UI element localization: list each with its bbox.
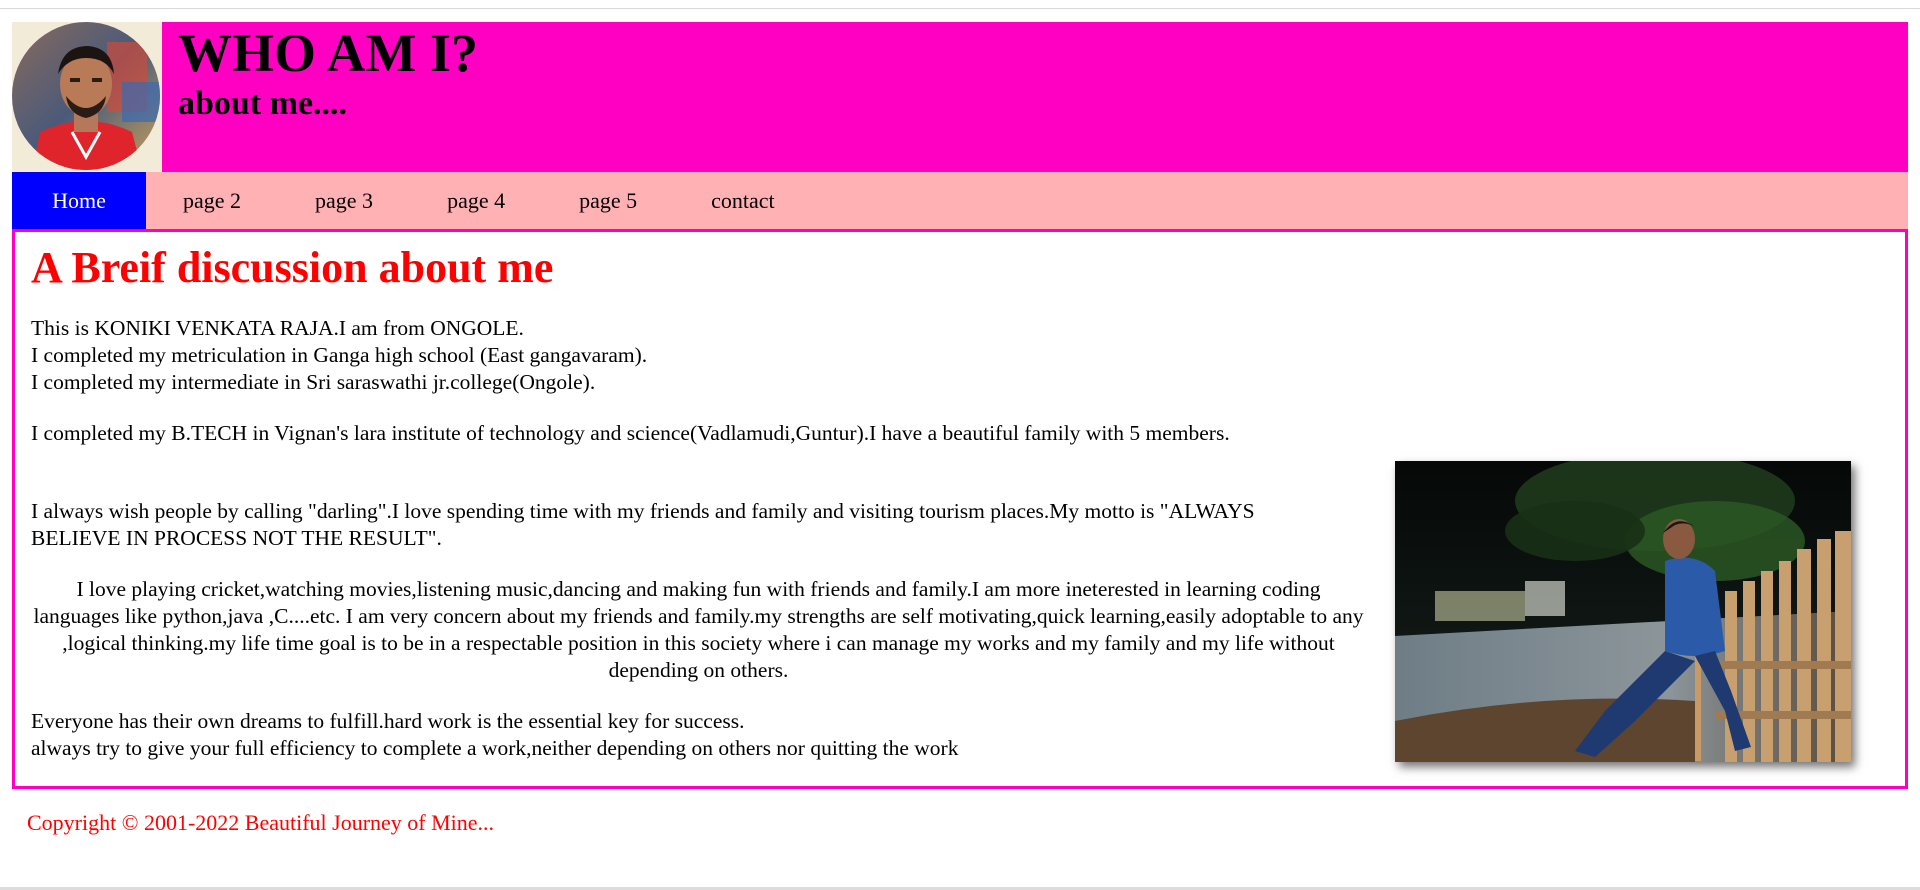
avatar-frame	[12, 22, 162, 172]
top-divider	[0, 8, 1920, 9]
nav-item-page-2[interactable]: page 2	[146, 172, 278, 229]
intro-line-1: This is KONIKI VENKATA RAJA.I am from ON…	[31, 316, 524, 340]
main-content: A Breif discussion about me This is KONI…	[12, 229, 1908, 789]
section-heading: A Breif discussion about me	[31, 243, 554, 292]
nav-item-contact[interactable]: contact	[674, 172, 812, 229]
profile-photo	[1395, 461, 1851, 762]
night-photo	[1395, 461, 1851, 762]
closing-line-1: Everyone has their own dreams to fulfill…	[31, 709, 745, 733]
page-title: WHO AM I?	[178, 23, 479, 83]
nav-item-page-4[interactable]: page 4	[410, 172, 542, 229]
page: WHO AM I? about me.... Home page 2 page …	[0, 0, 1920, 890]
closing-line-2: always try to give your full efficiency …	[31, 736, 959, 760]
intro-line-3: I completed my intermediate in Sri saras…	[31, 370, 596, 394]
nav-item-page-5[interactable]: page 5	[542, 172, 674, 229]
nav-item-home[interactable]: Home	[12, 172, 146, 229]
personality-paragraph: I always wish people by calling "darling…	[31, 498, 1321, 552]
intro-line-2: I completed my metriculation in Ganga hi…	[31, 343, 648, 367]
intro-paragraph: This is KONIKI VENKATA RAJA.I am from ON…	[31, 315, 1366, 396]
page-subtitle: about me....	[178, 85, 348, 122]
interests-paragraph: I love playing cricket,watching movies,l…	[31, 576, 1366, 684]
avatar-photo	[12, 22, 160, 170]
footer-copyright: Copyright © 2001-2022 Beautiful Journey …	[27, 810, 495, 835]
avatar	[12, 22, 160, 170]
closing-paragraph: Everyone has their own dreams to fulfill…	[31, 708, 1366, 762]
education-text: I completed my B.TECH in Vignan's lara i…	[31, 421, 1230, 445]
education-paragraph: I completed my B.TECH in Vignan's lara i…	[31, 420, 1306, 447]
interests-text: I love playing cricket,watching movies,l…	[33, 577, 1364, 682]
nav-item-page-3[interactable]: page 3	[278, 172, 410, 229]
site-header: WHO AM I? about me....	[12, 22, 1908, 172]
nav-bar: Home page 2 page 3 page 4 page 5 contact	[12, 172, 1908, 229]
personality-text: I always wish people by calling "darling…	[31, 499, 1255, 550]
